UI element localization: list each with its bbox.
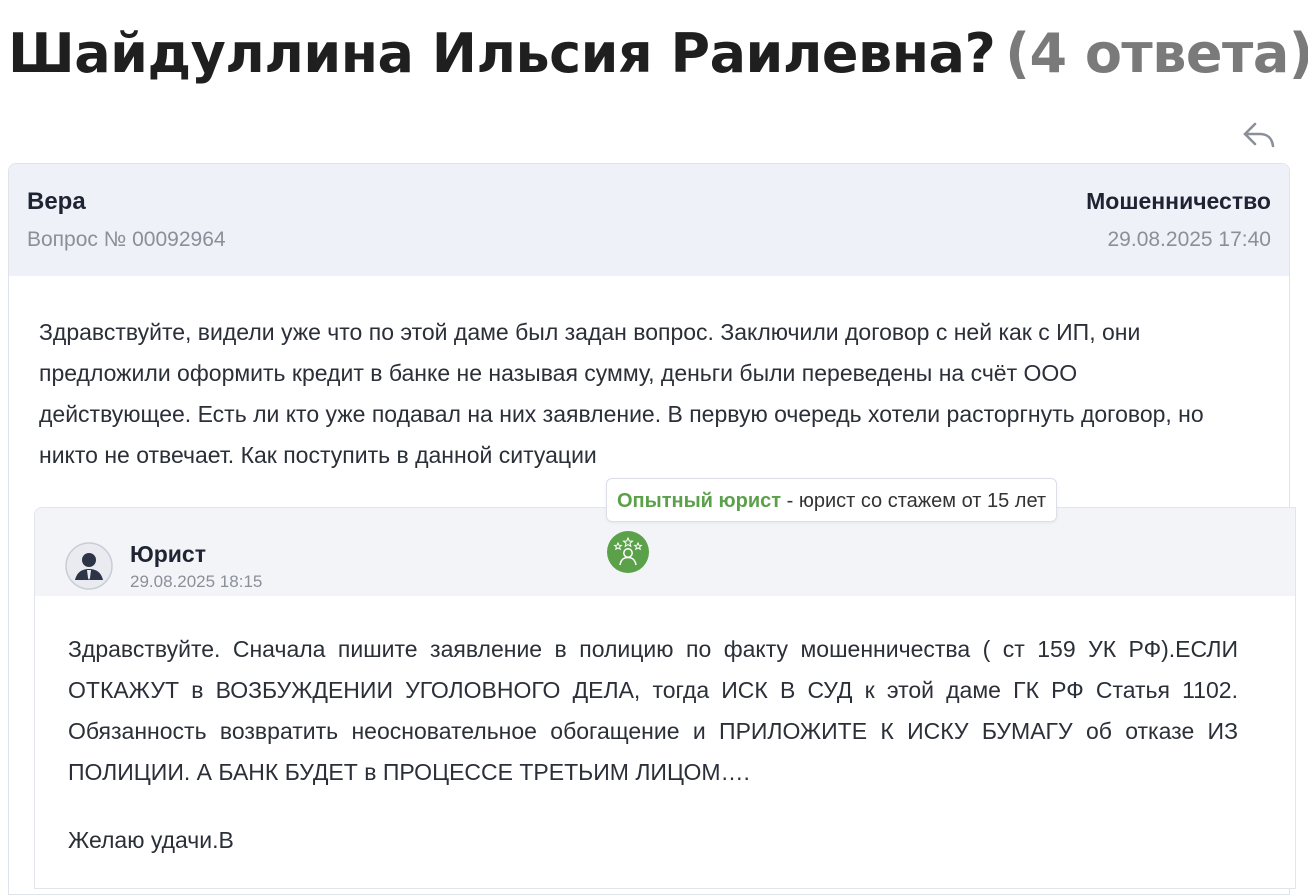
- question-header: Вера Вопрос № 00092964 Мошенничество 29.…: [9, 164, 1289, 276]
- answer-card: Юрист 29.08.2025 18:15 Здравствуйте. Сна…: [34, 507, 1296, 889]
- question-title: Шайдуллина Ильсия Раилевна?: [8, 22, 996, 85]
- experienced-lawyer-tooltip: Опытный юрист - юрист со стажем от 15 ле…: [606, 478, 1058, 522]
- question-number: Вопрос № 00092964: [27, 228, 226, 251]
- answer-text: Здравствуйте. Сначала пишите заявление в…: [68, 636, 1238, 785]
- user-avatar-icon[interactable]: [65, 542, 113, 590]
- lawyer-name[interactable]: Юрист: [130, 541, 206, 568]
- question-date: 29.08.2025 17:40: [1107, 228, 1272, 251]
- question-author: Вера: [27, 188, 86, 215]
- question-text: Здравствуйте, видели уже что по этой дам…: [39, 319, 1204, 468]
- tooltip-title: Опытный юрист: [617, 490, 782, 512]
- answer-count[interactable]: (4 ответа): [1005, 22, 1308, 85]
- tooltip-description: - юрист со стажем от 15 лет: [781, 490, 1047, 512]
- page-title: Шайдуллина Ильсия Раилевна? (4 ответа): [8, 16, 1308, 92]
- answer-signoff: Желаю удачи.В: [68, 827, 234, 853]
- category-link[interactable]: Мошенничество: [1086, 188, 1271, 215]
- reply-arrow-icon[interactable]: [1240, 116, 1276, 152]
- answer-date: 29.08.2025 18:15: [130, 572, 263, 591]
- experienced-lawyer-badge-icon[interactable]: [606, 530, 650, 574]
